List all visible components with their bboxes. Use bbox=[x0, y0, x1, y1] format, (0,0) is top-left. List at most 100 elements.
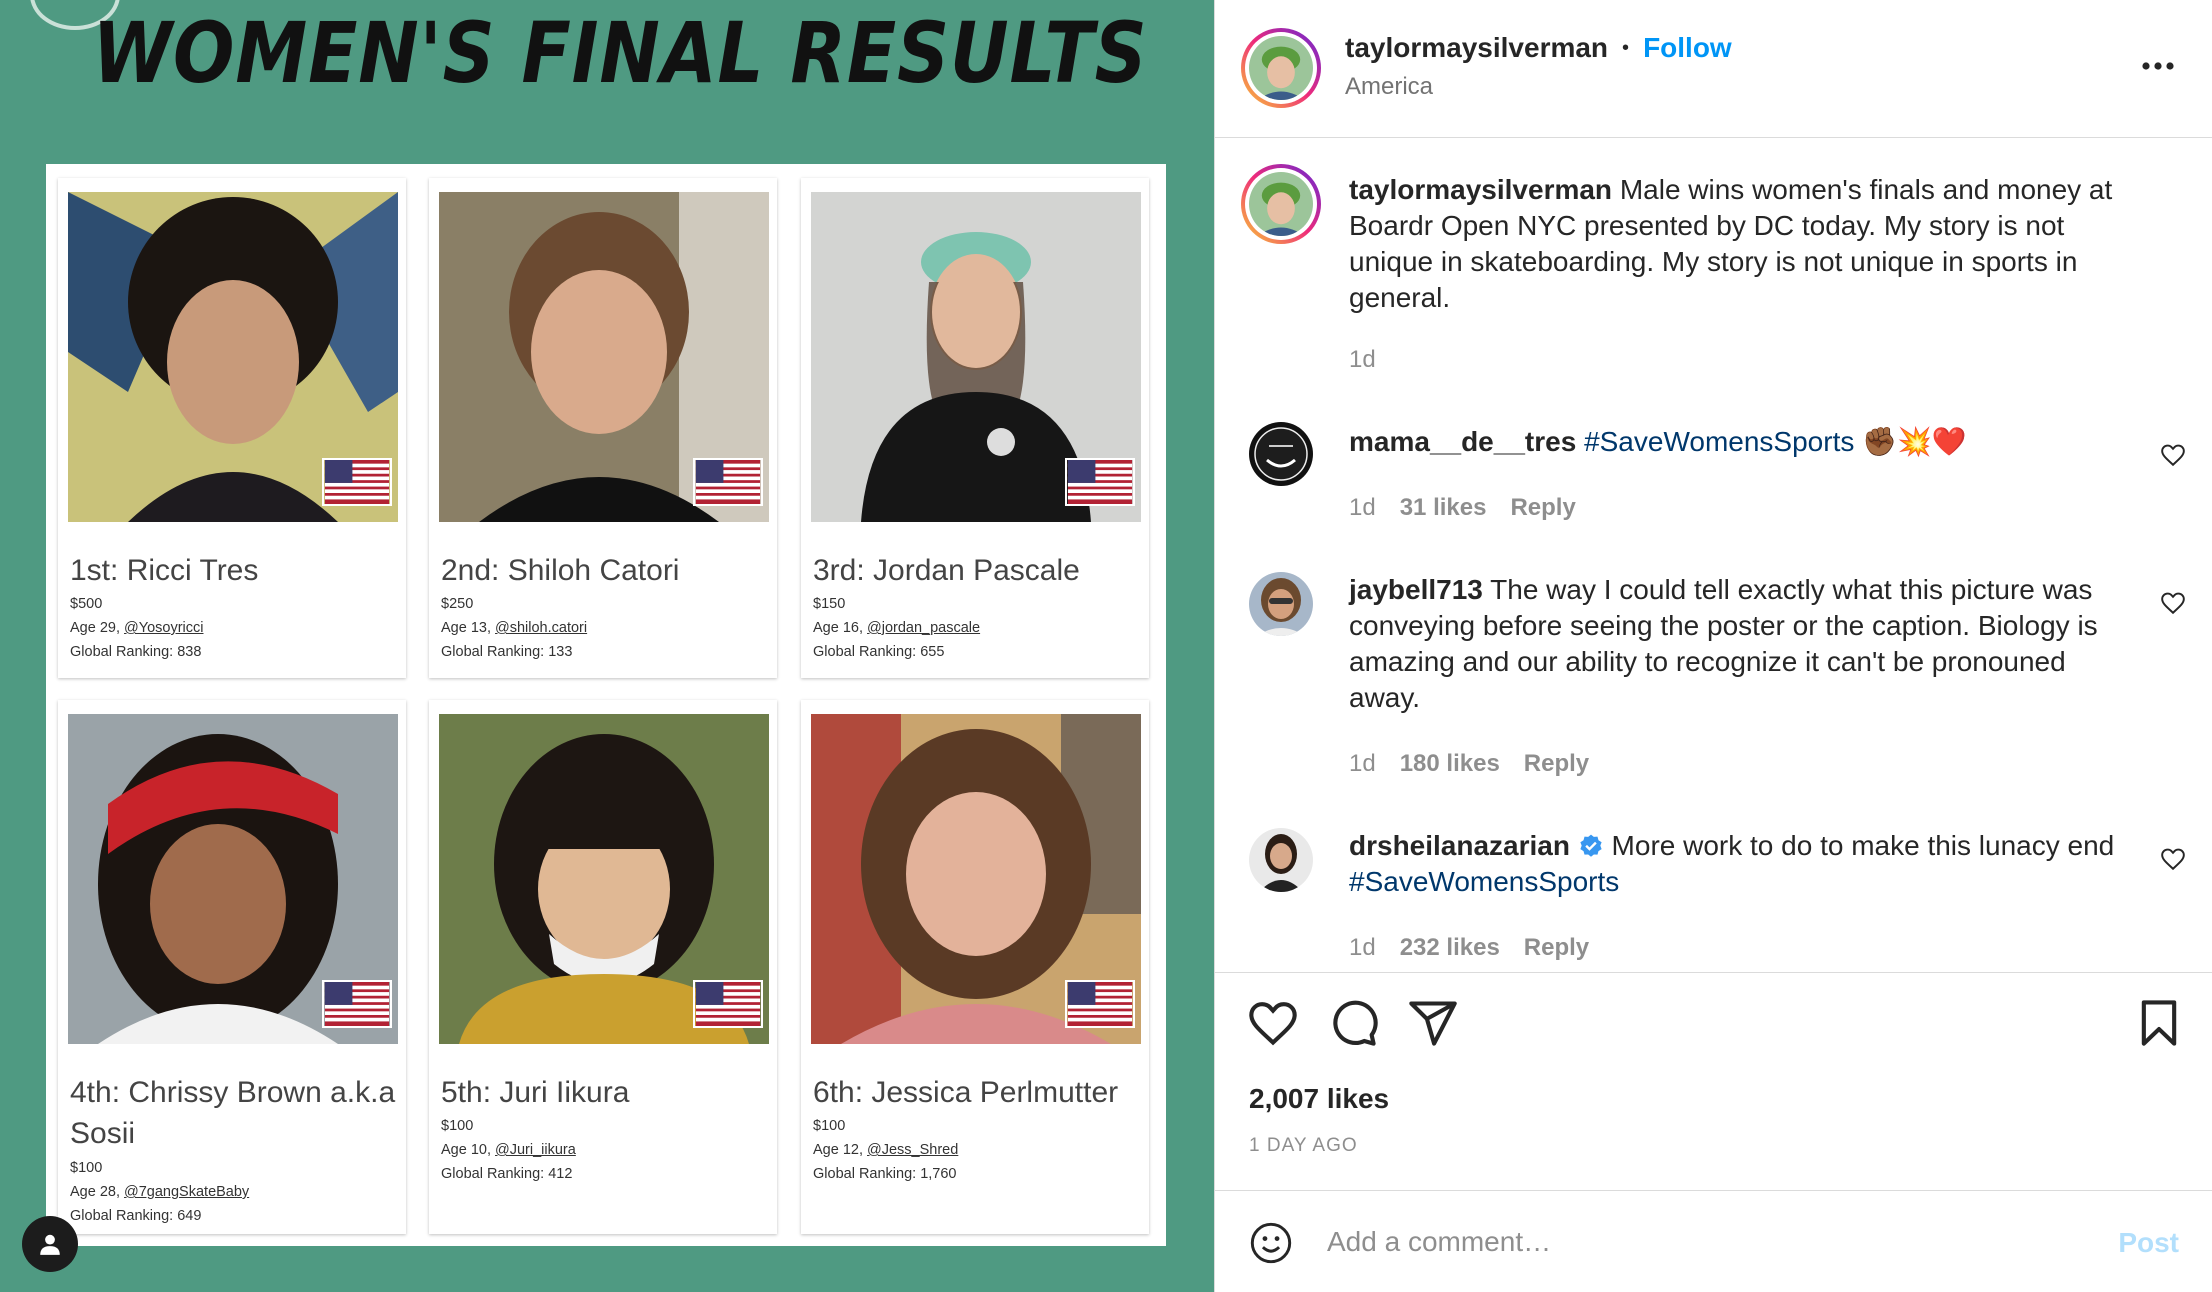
usa-flag-icon bbox=[322, 458, 392, 506]
hashtag-link[interactable]: #SaveWomensSports bbox=[1349, 866, 1619, 897]
reply-button[interactable]: Reply bbox=[1524, 750, 1589, 778]
comment-likes[interactable]: 180 likes bbox=[1400, 750, 1500, 778]
separator-dot: • bbox=[1622, 36, 1630, 59]
comment-input[interactable] bbox=[1327, 1219, 2027, 1265]
competitor-prize: $150 bbox=[813, 596, 846, 612]
tagged-people-button[interactable] bbox=[22, 1216, 78, 1272]
competitor-photo bbox=[811, 192, 1141, 522]
competitor-photo bbox=[811, 714, 1141, 1044]
like-button[interactable] bbox=[1247, 997, 1299, 1049]
competitor-ranking: Global Ranking: 412 bbox=[441, 1166, 573, 1182]
heart-icon bbox=[1249, 1002, 1297, 1046]
comment-text: jaybell713 The way I could tell exactly … bbox=[1349, 574, 2098, 713]
verified-badge-icon bbox=[1580, 834, 1602, 857]
usa-flag-icon bbox=[693, 980, 763, 1028]
bookmark-icon bbox=[2141, 1000, 2177, 1046]
post-header: taylormaysilverman • Follow America bbox=[1215, 0, 2212, 138]
poster-title: WOMEN'S FINAL RESULTS bbox=[92, 4, 1148, 102]
caption-text: taylormaysilverman Male wins women's fin… bbox=[1349, 174, 2113, 313]
competitor-age: Age 13, @shiloh.catori bbox=[441, 620, 588, 636]
comment-meta: 1d 31 likes Reply bbox=[1349, 494, 1576, 522]
usa-flag-icon bbox=[1065, 458, 1135, 506]
emoji-button[interactable] bbox=[1249, 1221, 1293, 1265]
usa-flag-icon bbox=[322, 980, 392, 1028]
post-image[interactable]: WOMEN'S FINAL RESULTS 1st: Ricci Tres $5… bbox=[0, 0, 1214, 1292]
competitor-card: 6th: Jessica Perlmutter $100 Age 12, @Je… bbox=[801, 700, 1149, 1234]
usa-flag-icon bbox=[1065, 980, 1135, 1028]
comment-text: drsheilanazarian More work to do to make… bbox=[1349, 830, 2115, 897]
comment-username[interactable]: drsheilanazarian bbox=[1349, 830, 1570, 861]
competitor-age: Age 28, @7gangSkateBaby bbox=[70, 1184, 250, 1200]
author-avatar[interactable] bbox=[1241, 28, 1321, 108]
comment-like-icon[interactable] bbox=[2160, 590, 2186, 616]
caption-meta: 1d bbox=[1349, 346, 1376, 374]
competitor-prize: $500 bbox=[70, 596, 103, 612]
competitor-prize: $100 bbox=[441, 1118, 474, 1134]
competitor-place-name: 2nd: Shiloh Catori bbox=[441, 554, 680, 587]
caption-author-avatar[interactable] bbox=[1241, 164, 1321, 244]
comment-username[interactable]: mama__de__tres bbox=[1349, 426, 1576, 457]
commenter-avatar[interactable] bbox=[1249, 828, 1313, 892]
share-button[interactable] bbox=[1407, 997, 1459, 1049]
reply-button[interactable]: Reply bbox=[1524, 934, 1589, 962]
action-bar: 2,007 likes 1 DAY AGO bbox=[1215, 972, 2212, 1190]
save-button[interactable] bbox=[2133, 997, 2185, 1049]
emoji-icon bbox=[1250, 1222, 1292, 1264]
competitor-card: 5th: Juri Iikura $100 Age 10, @Juri_iiku… bbox=[429, 700, 777, 1234]
comment-text: mama__de__tres #SaveWomensSports ✊🏾💥❤️ bbox=[1349, 426, 1967, 457]
post-date[interactable]: 1 DAY AGO bbox=[1249, 1135, 1358, 1157]
competitor-card: 1st: Ricci Tres $500 Age 29, @Yosoyricci… bbox=[58, 178, 406, 678]
comment-username[interactable]: jaybell713 bbox=[1349, 574, 1483, 605]
person-icon bbox=[40, 1234, 60, 1255]
usa-flag-icon bbox=[693, 458, 763, 506]
comment-time[interactable]: 1d bbox=[1349, 934, 1376, 962]
competitor-age: Age 12, @Jess_Shred bbox=[813, 1142, 959, 1158]
competitor-card: 4th: Chrissy Brown a.k.a Sosii $100 Age … bbox=[58, 700, 406, 1234]
comment-button[interactable] bbox=[1327, 997, 1379, 1049]
send-icon bbox=[1409, 1001, 1457, 1046]
comment-like-icon[interactable] bbox=[2160, 442, 2186, 468]
author-username[interactable]: taylormaysilverman bbox=[1345, 32, 1608, 64]
post-comment-button[interactable]: Post bbox=[2118, 1227, 2179, 1259]
header-identity: taylormaysilverman • Follow bbox=[1345, 32, 1732, 64]
competitor-photo bbox=[68, 714, 398, 1044]
competitor-ranking: Global Ranking: 838 bbox=[70, 644, 202, 660]
comment-composer: Post bbox=[1215, 1190, 2212, 1292]
comment-meta: 1d 232 likes Reply bbox=[1349, 934, 1589, 962]
competitor-age: Age 10, @Juri_iikura bbox=[441, 1142, 576, 1158]
comment-bubble-icon bbox=[1333, 1000, 1378, 1046]
comment-likes[interactable]: 232 likes bbox=[1400, 934, 1500, 962]
competitor-card: 3rd: Jordan Pascale $150 Age 16, @jordan… bbox=[801, 178, 1149, 678]
comment-time[interactable]: 1d bbox=[1349, 494, 1376, 522]
competitor-ranking: Global Ranking: 655 bbox=[813, 644, 945, 660]
likes-count[interactable]: 2,007 likes bbox=[1249, 1083, 1389, 1115]
hashtag-link[interactable]: #SaveWomensSports bbox=[1584, 426, 1854, 457]
results-board: 1st: Ricci Tres $500 Age 29, @Yosoyricci… bbox=[46, 164, 1166, 1246]
caption-username[interactable]: taylormaysilverman bbox=[1349, 174, 1612, 205]
competitor-photo bbox=[439, 714, 769, 1044]
follow-button[interactable]: Follow bbox=[1643, 32, 1732, 64]
competitor-place-name: 5th: Juri Iikura bbox=[441, 1076, 630, 1109]
comment-likes[interactable]: 31 likes bbox=[1400, 494, 1487, 522]
competitor-ranking: Global Ranking: 1,760 bbox=[813, 1166, 957, 1182]
post-location[interactable]: America bbox=[1345, 73, 1433, 101]
competitor-place-name: 3rd: Jordan Pascale bbox=[813, 554, 1080, 587]
competitor-age: Age 29, @Yosoyricci bbox=[70, 620, 204, 636]
comment-time[interactable]: 1d bbox=[1349, 750, 1376, 778]
commenter-avatar[interactable] bbox=[1249, 572, 1313, 636]
competitor-prize: $250 bbox=[441, 596, 474, 612]
competitor-place-name: 4th: Chrissy Brown a.k.a Sosii bbox=[70, 1076, 396, 1150]
comment-like-icon[interactable] bbox=[2160, 846, 2186, 872]
competitor-prize: $100 bbox=[813, 1118, 846, 1134]
competitor-ranking: Global Ranking: 649 bbox=[70, 1208, 202, 1224]
competitor-ranking: Global Ranking: 133 bbox=[441, 644, 573, 660]
competitor-photo bbox=[68, 192, 398, 522]
competitor-photo bbox=[439, 192, 769, 522]
reply-button[interactable]: Reply bbox=[1510, 494, 1575, 522]
commenter-avatar[interactable] bbox=[1249, 422, 1313, 486]
competitor-age: Age 16, @jordan_pascale bbox=[813, 620, 981, 636]
competitor-place-name: 1st: Ricci Tres bbox=[70, 554, 259, 587]
more-horizontal-icon bbox=[2142, 62, 2174, 70]
caption-time[interactable]: 1d bbox=[1349, 346, 1376, 374]
more-options-button[interactable] bbox=[2139, 54, 2177, 78]
